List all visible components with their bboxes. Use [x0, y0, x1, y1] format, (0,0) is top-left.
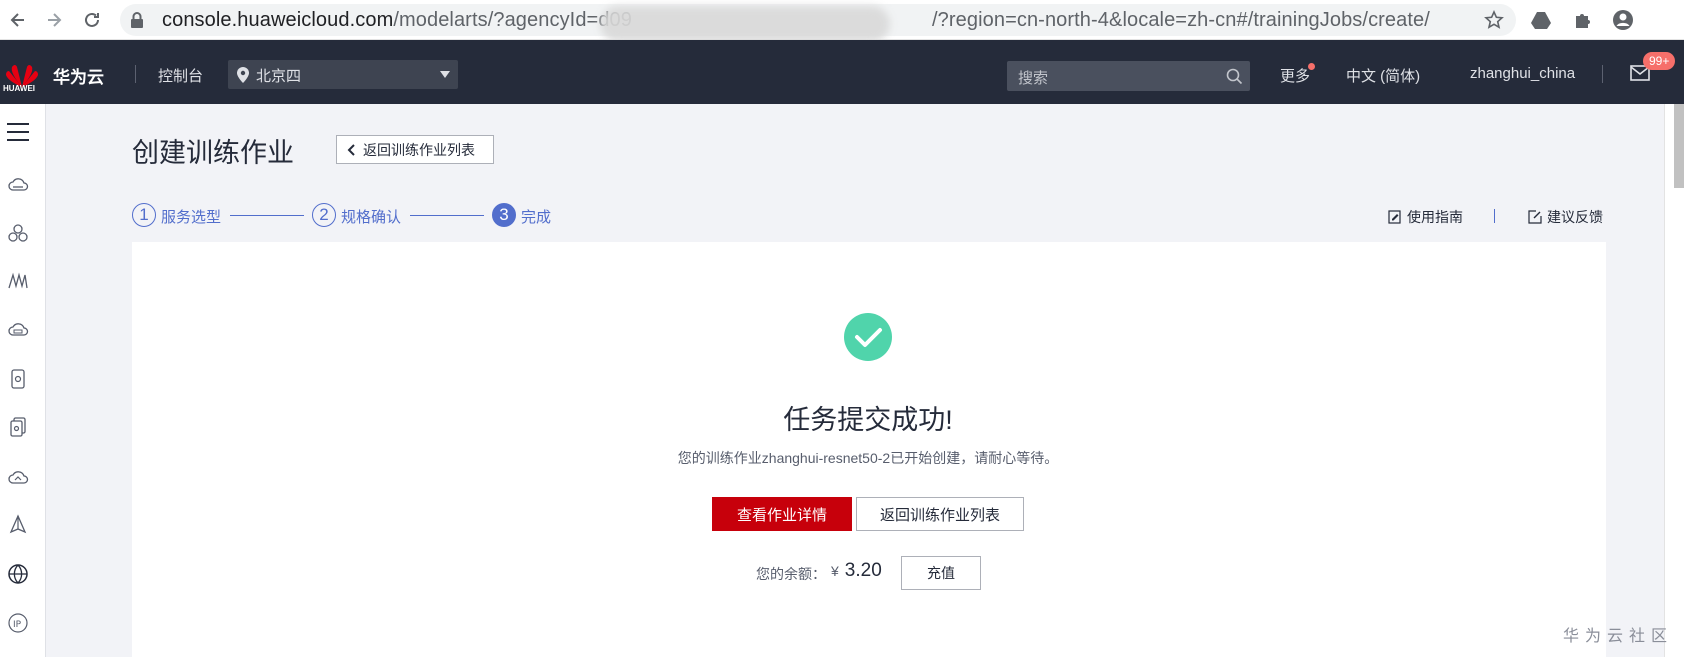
bookmark-star-icon[interactable] — [1484, 10, 1504, 30]
watermark: 华为云社区 — [1563, 628, 1674, 645]
toolbar-divider — [1494, 209, 1495, 223]
region-label: 北京四 — [256, 68, 302, 85]
menu-hamburger-icon[interactable] — [7, 122, 29, 142]
globe-icon[interactable] — [7, 563, 29, 585]
step-1-number: 1 — [132, 203, 156, 227]
vpc-icon[interactable] — [7, 514, 29, 536]
back-to-list-button[interactable]: 返回训练作业列表 — [336, 135, 494, 164]
notification-dot — [1308, 63, 1315, 70]
language-switch[interactable]: 中文 (简体) — [1346, 65, 1420, 86]
feedback-link[interactable]: 建议反馈 — [1528, 207, 1603, 227]
currency-symbol: ¥ — [831, 563, 839, 579]
step-2-number: 2 — [312, 203, 336, 227]
svg-text:IP: IP — [13, 620, 22, 630]
cloud-server-icon[interactable] — [7, 174, 29, 196]
step-1-label: 服务选型 — [161, 209, 222, 226]
view-job-details-button[interactable]: 查看作业详情 — [712, 497, 852, 531]
profile-avatar-icon[interactable] — [1612, 9, 1634, 31]
redacted-url-blur — [600, 6, 890, 42]
page-title: 创建训练作业 — [132, 138, 294, 168]
cloud-network-icon[interactable] — [7, 466, 29, 488]
edit-guide-icon — [1388, 210, 1401, 224]
feedback-edit-icon — [1528, 210, 1542, 224]
success-check-icon — [844, 313, 892, 361]
step-connector — [410, 215, 484, 216]
chevron-left-icon — [347, 143, 355, 156]
header-divider — [1602, 65, 1603, 83]
balance-value: 3.20 — [844, 560, 882, 581]
cluster-icon[interactable] — [7, 222, 29, 244]
disk-icon[interactable] — [7, 368, 29, 390]
balance-amount: ¥3.20 — [831, 560, 882, 582]
console-link[interactable]: 控制台 — [158, 65, 203, 86]
step-connector — [230, 215, 304, 216]
search-placeholder: 搜索 — [1018, 70, 1049, 87]
success-message: 您的训练作业zhanghui-resnet50-2已开始创建，请耐心等待。 — [677, 450, 1059, 466]
reload-icon[interactable] — [80, 8, 104, 32]
modelarts-icon[interactable] — [7, 270, 29, 292]
feedback-label: 建议反馈 — [1547, 209, 1603, 225]
scrollbar-thumb[interactable] — [1674, 104, 1684, 188]
user-guide-label: 使用指南 — [1407, 209, 1463, 225]
lock-icon — [131, 12, 143, 28]
back-arrow-icon[interactable] — [6, 8, 30, 32]
drive-extension-icon[interactable] — [1530, 9, 1552, 31]
brand-name[interactable]: 华为云 — [53, 63, 104, 88]
balance-label: 您的余额： — [756, 566, 826, 582]
search-icon[interactable] — [1226, 68, 1243, 85]
forward-arrow-icon[interactable] — [42, 8, 66, 32]
header-divider — [135, 65, 136, 83]
step-3-label: 完成 — [521, 209, 552, 226]
user-guide-link[interactable]: 使用指南 — [1388, 207, 1463, 227]
username-menu[interactable]: zhanghui_china — [1470, 65, 1575, 82]
step-3-number: 3 — [492, 203, 516, 227]
success-title: 任务提交成功! — [783, 405, 953, 435]
return-to-job-list-button[interactable]: 返回训练作业列表 — [856, 497, 1024, 531]
puzzle-extension-icon[interactable] — [1572, 9, 1594, 31]
recharge-button[interactable]: 充值 — [901, 556, 981, 590]
logo-text: HUAWEI — [3, 84, 35, 93]
more-menu[interactable]: 更多 — [1280, 65, 1310, 86]
step-2-label: 规格确认 — [341, 209, 402, 226]
message-count-badge: 99+ — [1643, 52, 1676, 70]
ip-icon[interactable]: IP — [7, 612, 29, 634]
back-to-list-label: 返回训练作业列表 — [363, 141, 475, 158]
caret-down-icon — [440, 71, 450, 78]
location-pin-icon — [237, 67, 249, 83]
cloud-storage-icon[interactable] — [7, 318, 29, 340]
